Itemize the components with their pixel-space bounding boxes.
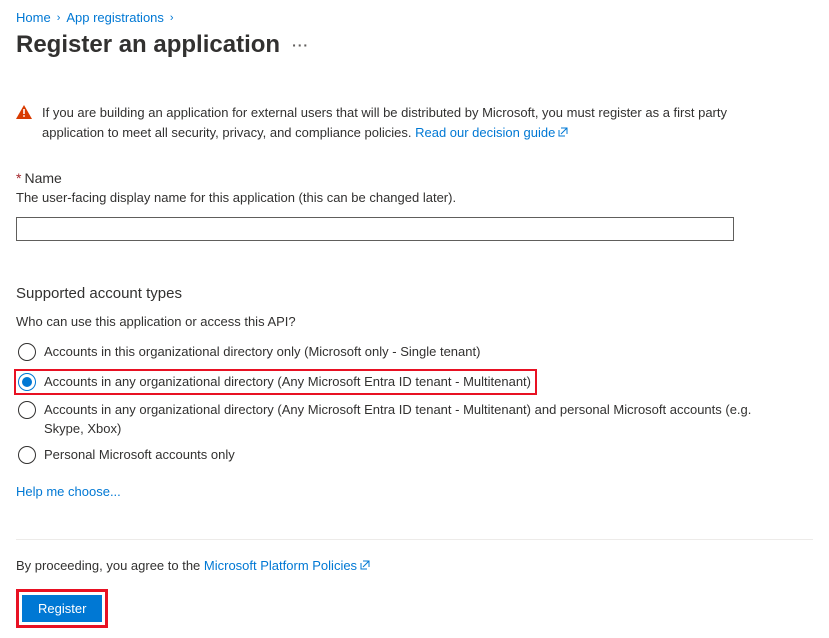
account-types-heading: Supported account types (16, 285, 813, 302)
name-help-text: The user-facing display name for this ap… (16, 190, 813, 205)
radio-row-single-tenant[interactable]: Accounts in this organizational director… (18, 343, 778, 361)
account-types-question: Who can use this application or access t… (16, 314, 813, 329)
page-title-text: Register an application (16, 31, 280, 59)
radio-button[interactable] (18, 373, 36, 391)
platform-policies-link[interactable]: Microsoft Platform Policies (204, 558, 371, 573)
radio-label: Accounts in this organizational director… (44, 343, 480, 361)
name-label: *Name (16, 170, 813, 186)
warning-text-body: If you are building an application for e… (42, 105, 727, 140)
required-asterisk: * (16, 170, 21, 186)
agreement-text: By proceeding, you agree to the Microsof… (16, 558, 813, 573)
name-input[interactable] (16, 217, 734, 241)
help-me-choose-link[interactable]: Help me choose... (16, 484, 121, 499)
warning-text: If you are building an application for e… (42, 103, 736, 142)
chevron-right-icon: › (57, 12, 61, 24)
breadcrumb-app-registrations[interactable]: App registrations (66, 10, 164, 25)
radio-button[interactable] (18, 343, 36, 361)
external-link-icon (359, 559, 371, 571)
account-types-radio-group: Accounts in this organizational director… (18, 343, 813, 464)
radio-row-multitenant[interactable]: Accounts in any organizational directory… (14, 369, 537, 395)
first-party-warning: If you are building an application for e… (16, 103, 736, 142)
more-actions-ellipsis[interactable]: ··· (292, 37, 309, 53)
radio-row-multitenant-personal[interactable]: Accounts in any organizational directory… (18, 401, 778, 437)
radio-label: Accounts in any organizational directory… (44, 401, 778, 437)
chevron-right-icon: › (170, 12, 174, 24)
radio-button[interactable] (18, 446, 36, 464)
breadcrumb-home[interactable]: Home (16, 10, 51, 25)
radio-label: Personal Microsoft accounts only (44, 446, 235, 464)
radio-row-personal-only[interactable]: Personal Microsoft accounts only (18, 446, 778, 464)
page-title: Register an application ··· (16, 31, 813, 59)
warning-icon (16, 105, 32, 119)
radio-button[interactable] (18, 401, 36, 419)
radio-label: Accounts in any organizational directory… (44, 373, 531, 391)
external-link-icon (557, 126, 569, 138)
register-highlight: Register (16, 589, 108, 628)
decision-guide-link[interactable]: Read our decision guide (415, 125, 569, 140)
breadcrumb: Home › App registrations › (16, 10, 813, 25)
divider (16, 539, 813, 540)
